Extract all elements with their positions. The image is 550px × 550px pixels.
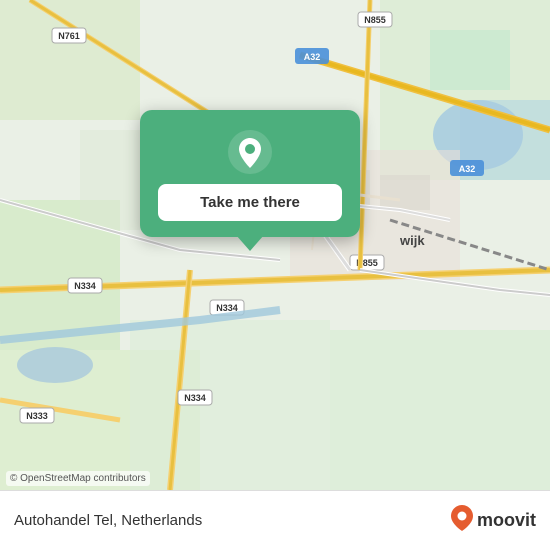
take-me-there-button[interactable]: Take me there	[158, 184, 342, 221]
moovit-pin-icon	[451, 505, 473, 537]
svg-text:A32: A32	[304, 52, 321, 62]
svg-text:wijk: wijk	[399, 233, 425, 248]
location-pin-icon	[228, 130, 272, 174]
info-bar: Autohandel Tel, Netherlands moovit	[0, 490, 550, 550]
svg-text:N334: N334	[74, 281, 96, 291]
svg-text:N334: N334	[216, 303, 238, 313]
map-popup: Take me there	[140, 110, 360, 237]
map-attribution: © OpenStreetMap contributors	[6, 471, 150, 486]
svg-text:N761: N761	[58, 31, 80, 41]
moovit-logo: moovit	[451, 505, 536, 537]
svg-text:N855: N855	[364, 15, 386, 25]
map-container: A32 A32 N334 N334 N334 N334 N855 N855 N7…	[0, 0, 550, 490]
svg-text:N334: N334	[184, 393, 206, 403]
location-name: Autohandel Tel, Netherlands	[14, 512, 202, 529]
moovit-brand-name: moovit	[477, 510, 536, 531]
svg-text:N333: N333	[26, 411, 48, 421]
svg-text:A32: A32	[459, 164, 476, 174]
